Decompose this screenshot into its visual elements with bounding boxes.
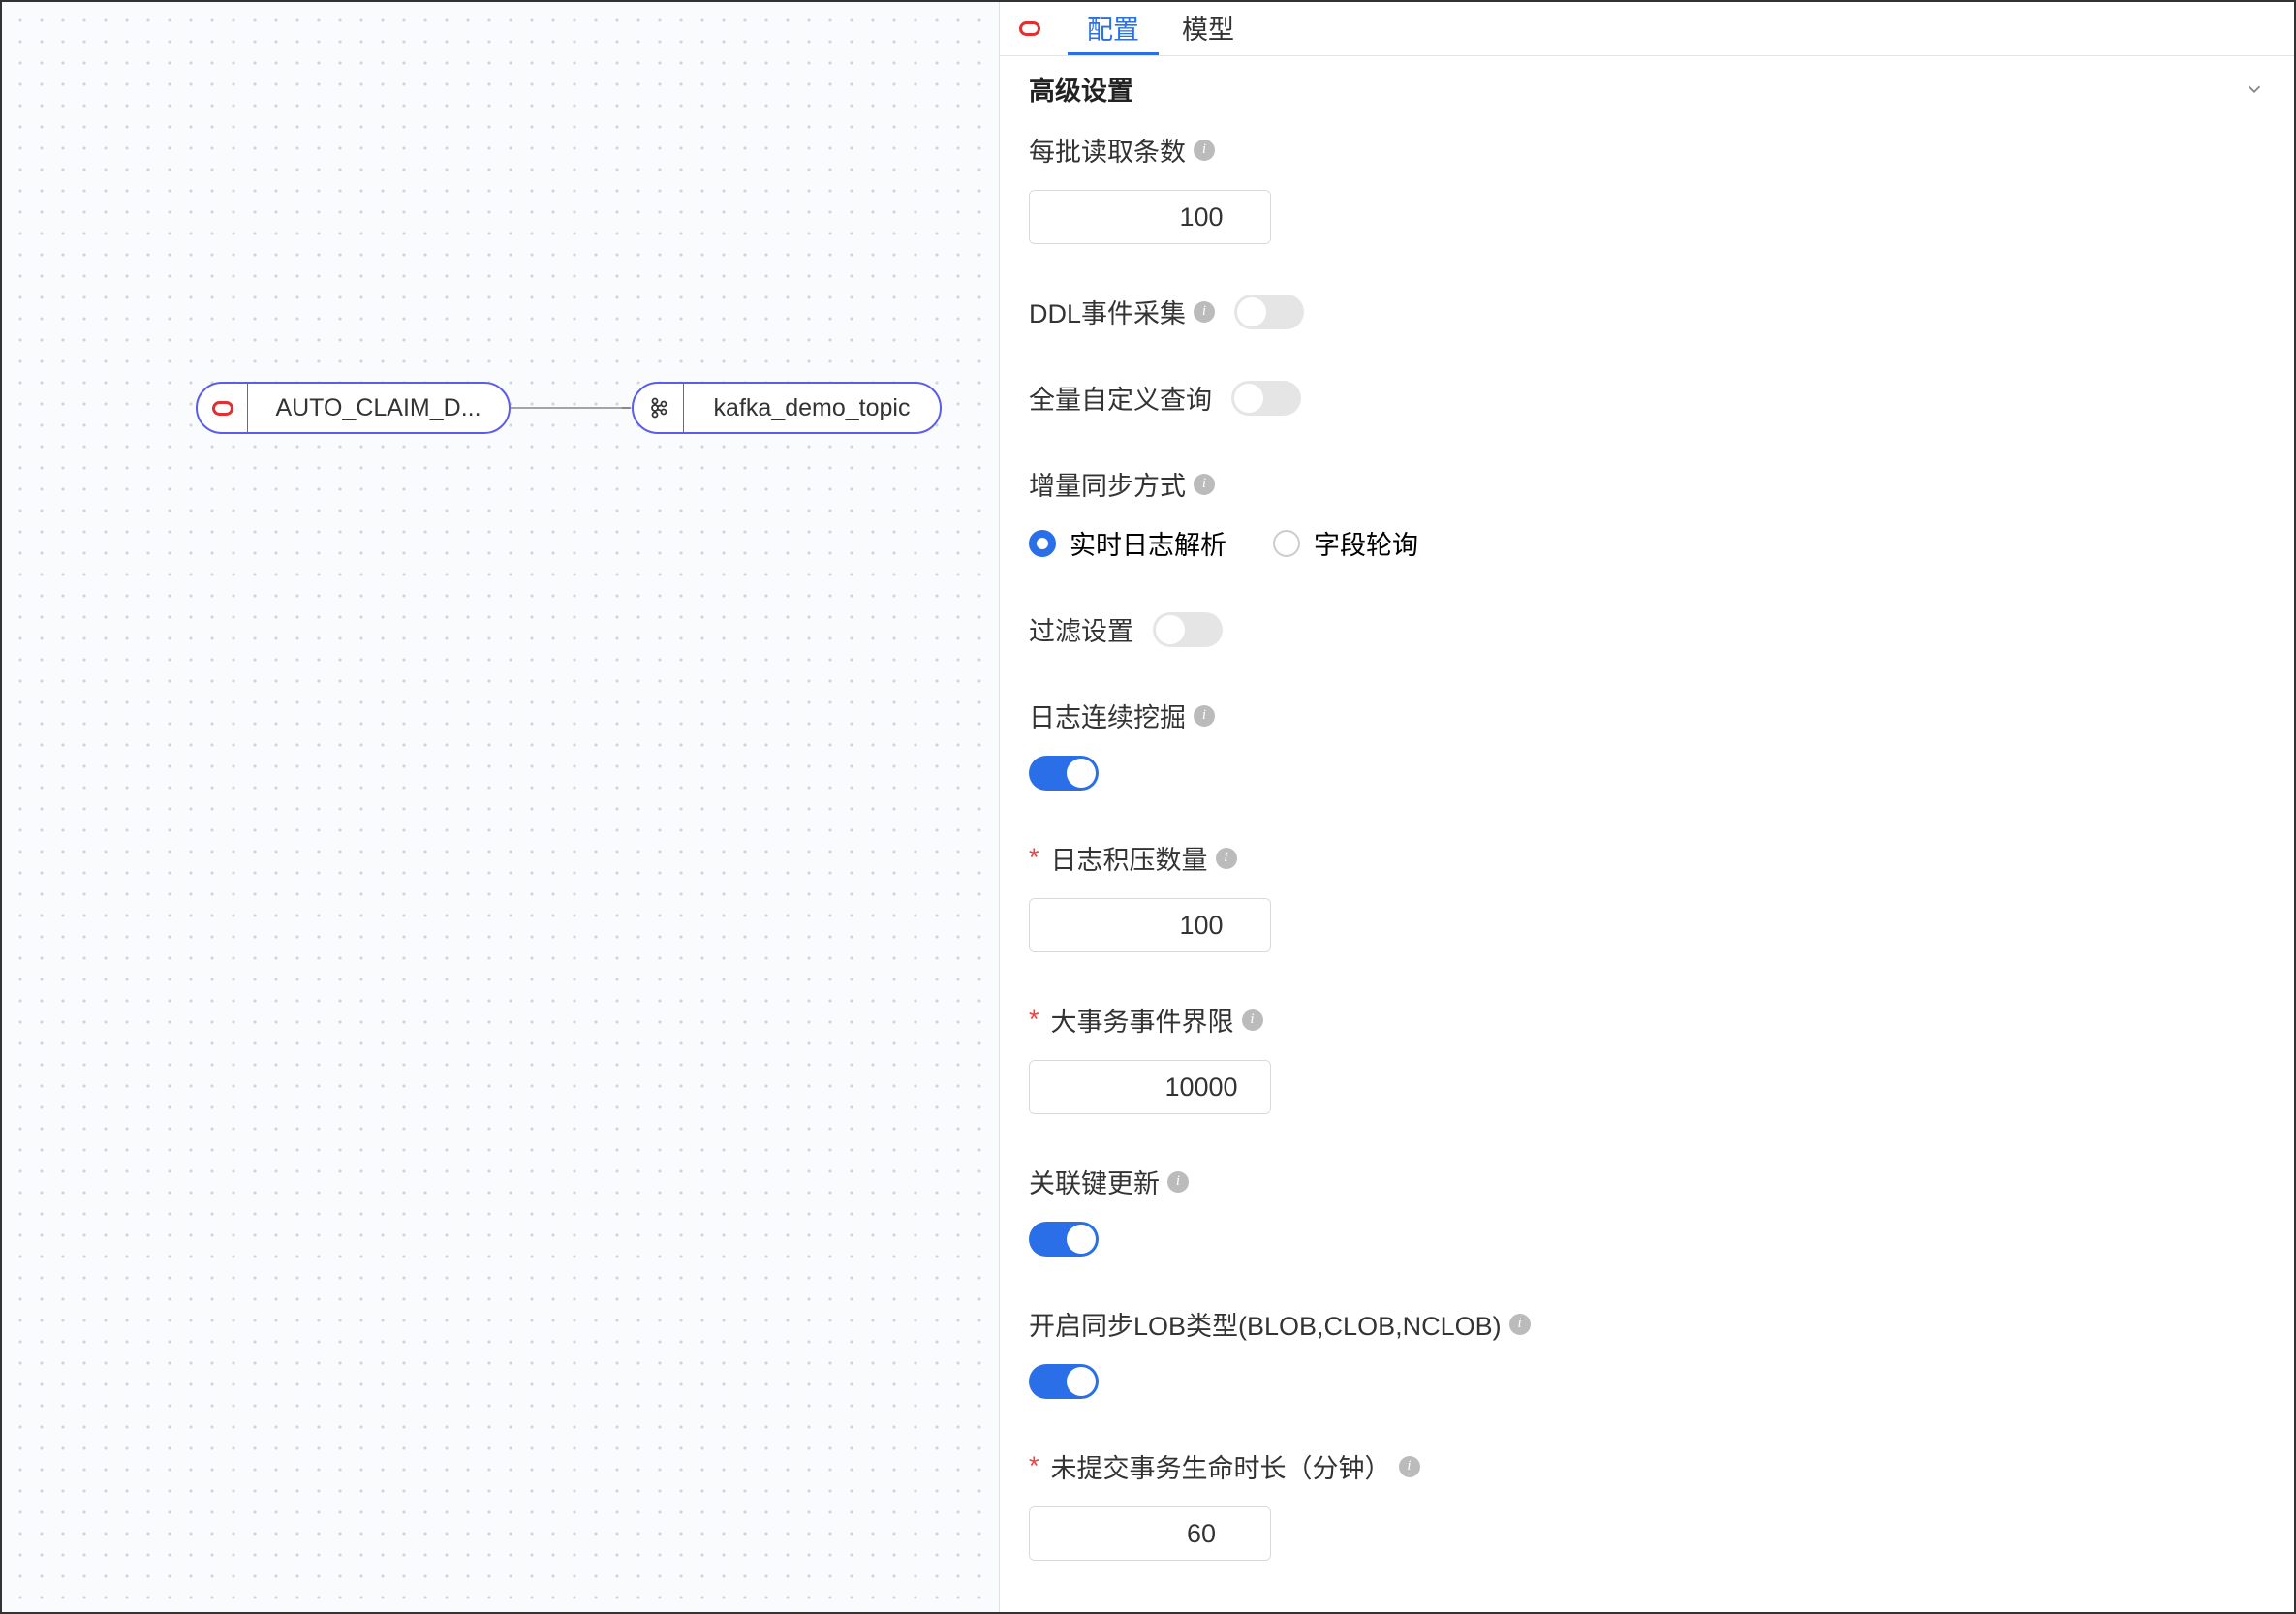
tab-config[interactable]: 配置 (1068, 2, 1159, 55)
section-header-advanced[interactable]: 高级设置 (1000, 56, 2294, 121)
lob-sync-toggle[interactable] (1029, 1364, 1099, 1399)
label-text: 关联键更新 (1029, 1163, 1160, 1200)
label-text: 全量自定义查询 (1029, 379, 1212, 417)
workflow-canvas[interactable]: AUTO_CLAIM_D... kafka_demo_ (2, 2, 1000, 1612)
uncommitted-tx-life-stepper[interactable] (1029, 1506, 1271, 1561)
info-icon[interactable]: i (1216, 848, 1237, 869)
radio-label: 字段轮询 (1314, 524, 1418, 562)
kafka-icon (634, 384, 684, 432)
field-incr-sync-mode: 增量同步方式 i 实时日志解析 字段轮询 (1029, 465, 2265, 562)
filter-settings-toggle[interactable] (1153, 612, 1223, 647)
field-full-custom-query: 全量自定义查询 (1029, 379, 2265, 417)
field-batch-read: 每批读取条数 i (1029, 131, 2265, 244)
required-star-icon: * (1029, 843, 1039, 873)
section-title: 高级设置 (1029, 70, 1133, 108)
radio-unchecked-icon (1273, 530, 1300, 557)
info-icon[interactable]: i (1194, 474, 1215, 495)
log-backlog-stepper[interactable] (1029, 898, 1271, 952)
label-text: 开启同步LOB类型(BLOB,CLOB,NCLOB) (1029, 1305, 1502, 1343)
field-uncommitted-tx-life: * 未提交事务生命时长（分钟） i (1029, 1447, 2265, 1561)
config-panel: 配置 模型 高级设置 每批读取条数 i (1000, 2, 2294, 1612)
label-text: 日志连续挖掘 (1029, 697, 1186, 734)
label-text: 增量同步方式 (1029, 465, 1186, 503)
label-text: 日志积压数量 (1051, 839, 1208, 877)
label-text: 过滤设置 (1029, 610, 1133, 648)
field-log-backlog: * 日志积压数量 i (1029, 839, 2265, 952)
log-backlog-input[interactable] (1030, 899, 1271, 951)
label-text: 大事务事件界限 (1051, 1001, 1234, 1039)
info-icon[interactable]: i (1399, 1456, 1420, 1477)
label-text: DDL事件采集 (1029, 293, 1186, 330)
info-icon[interactable]: i (1242, 1009, 1263, 1031)
log-mining-toggle[interactable] (1029, 756, 1099, 791)
radio-realtime-log[interactable]: 实时日志解析 (1029, 524, 1226, 562)
info-icon[interactable]: i (1194, 705, 1215, 727)
big-tx-limit-stepper[interactable] (1029, 1060, 1271, 1114)
panel-header: 配置 模型 (1000, 2, 2294, 56)
radio-checked-icon (1029, 530, 1056, 557)
field-related-key-update: 关联键更新 i (1029, 1163, 2265, 1257)
info-icon[interactable]: i (1167, 1171, 1189, 1193)
field-ddl-collect: DDL事件采集 i (1029, 293, 2265, 330)
field-log-mining: 日志连续挖掘 i (1029, 697, 2265, 791)
oracle-icon (1019, 21, 1040, 36)
canvas-node-target[interactable]: kafka_demo_topic (632, 382, 942, 434)
radio-label: 实时日志解析 (1070, 524, 1226, 562)
field-filter-settings: 过滤设置 (1029, 610, 2265, 648)
required-star-icon: * (1029, 1005, 1039, 1035)
connection-arrow (511, 407, 632, 409)
label-text: 每批读取条数 (1029, 131, 1186, 169)
label-text: 未提交事务生命时长（分钟） (1051, 1447, 1391, 1485)
uncommitted-tx-life-input[interactable] (1030, 1507, 1271, 1560)
canvas-node-source[interactable]: AUTO_CLAIM_D... (196, 382, 511, 434)
field-big-tx-limit: * 大事务事件界限 i (1029, 1001, 2265, 1114)
info-icon[interactable]: i (1194, 140, 1215, 161)
big-tx-limit-input[interactable] (1030, 1061, 1271, 1113)
info-icon[interactable]: i (1509, 1314, 1531, 1335)
chevron-down-icon (2244, 78, 2265, 100)
node-label: AUTO_CLAIM_D... (248, 394, 509, 422)
info-icon[interactable]: i (1194, 301, 1215, 323)
oracle-icon (198, 384, 248, 432)
batch-read-input[interactable] (1030, 191, 1271, 243)
related-key-update-toggle[interactable] (1029, 1222, 1099, 1257)
full-custom-query-toggle[interactable] (1231, 381, 1301, 416)
node-label: kafka_demo_topic (684, 394, 940, 422)
ddl-collect-toggle[interactable] (1234, 295, 1304, 329)
tab-model[interactable]: 模型 (1163, 2, 1254, 55)
required-star-icon: * (1029, 1451, 1039, 1481)
field-lob-sync: 开启同步LOB类型(BLOB,CLOB,NCLOB) i (1029, 1305, 2265, 1399)
batch-read-stepper[interactable] (1029, 190, 1271, 244)
radio-field-polling[interactable]: 字段轮询 (1273, 524, 1418, 562)
